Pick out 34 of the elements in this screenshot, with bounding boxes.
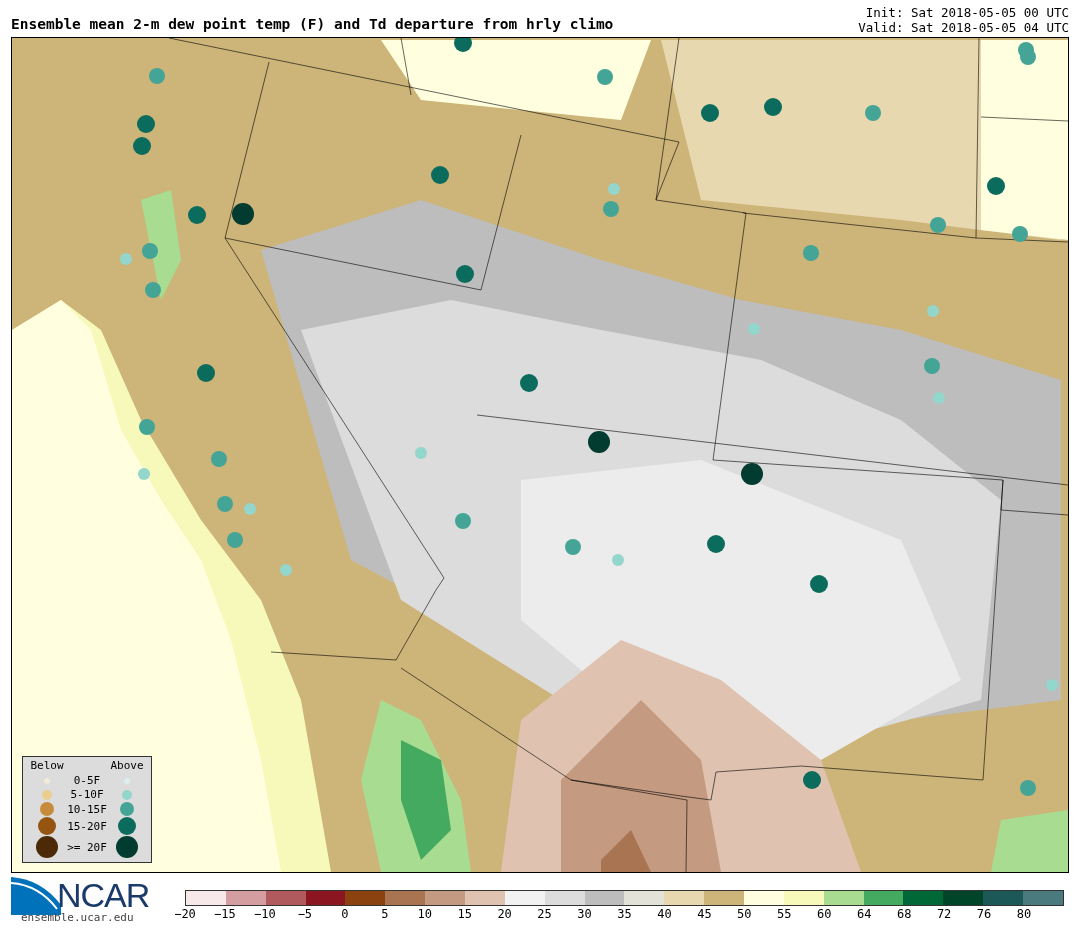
scale-tick-label: 15 — [457, 907, 472, 921]
scale-tick-label: 45 — [697, 907, 712, 921]
scale-tick-label: 40 — [657, 907, 672, 921]
scale-tick-label: −15 — [214, 907, 236, 921]
time-label: Init: Sat 2018-05-05 00 UTC — [865, 5, 1069, 20]
scale-tick-label: −20 — [174, 907, 196, 921]
scale-tick-label: 5 — [381, 907, 389, 921]
scale-tick-label: 60 — [817, 907, 832, 921]
scale-tick-label: 20 — [497, 907, 512, 921]
chart-title: Ensemble mean 2-m dew point temp (F) and Td departure from hrly climo — [11, 16, 614, 34]
scale-tick-label: 72 — [936, 907, 952, 921]
scale-tick-label: −10 — [254, 907, 276, 921]
time-label: Valid: Sat 2018-05-05 04 UTC — [858, 20, 1069, 35]
scale-tick-label: 10 — [417, 907, 432, 921]
logo-text: NCAR — [57, 875, 150, 914]
scale-tick-label: 30 — [577, 907, 592, 921]
logo-swoosh-icon — [11, 875, 61, 915]
legend-label: 15-20F — [67, 819, 107, 833]
legend-label: 0-5F — [72, 774, 102, 787]
scale-tick-label: 80 — [1016, 907, 1032, 921]
scale-tick-label: 64 — [857, 907, 872, 921]
scale-tick-label: 35 — [617, 907, 632, 921]
scale-tick-label: 50 — [737, 907, 752, 921]
scale-tick-label: −5 — [297, 907, 313, 921]
scale-tick-label: 76 — [976, 907, 992, 921]
legend-header: Below — [29, 759, 65, 773]
legend-label: >= 20F — [67, 840, 107, 854]
scale-tick-label: 25 — [537, 907, 552, 921]
scale-tick-label: 55 — [777, 907, 792, 921]
legend-label: 10-15F — [67, 802, 107, 816]
legend-label: 5-10F — [69, 788, 105, 801]
scale-tick-label: 0 — [341, 907, 349, 921]
legend-header: Above — [109, 759, 145, 773]
scale-tick-label: 68 — [896, 907, 912, 921]
